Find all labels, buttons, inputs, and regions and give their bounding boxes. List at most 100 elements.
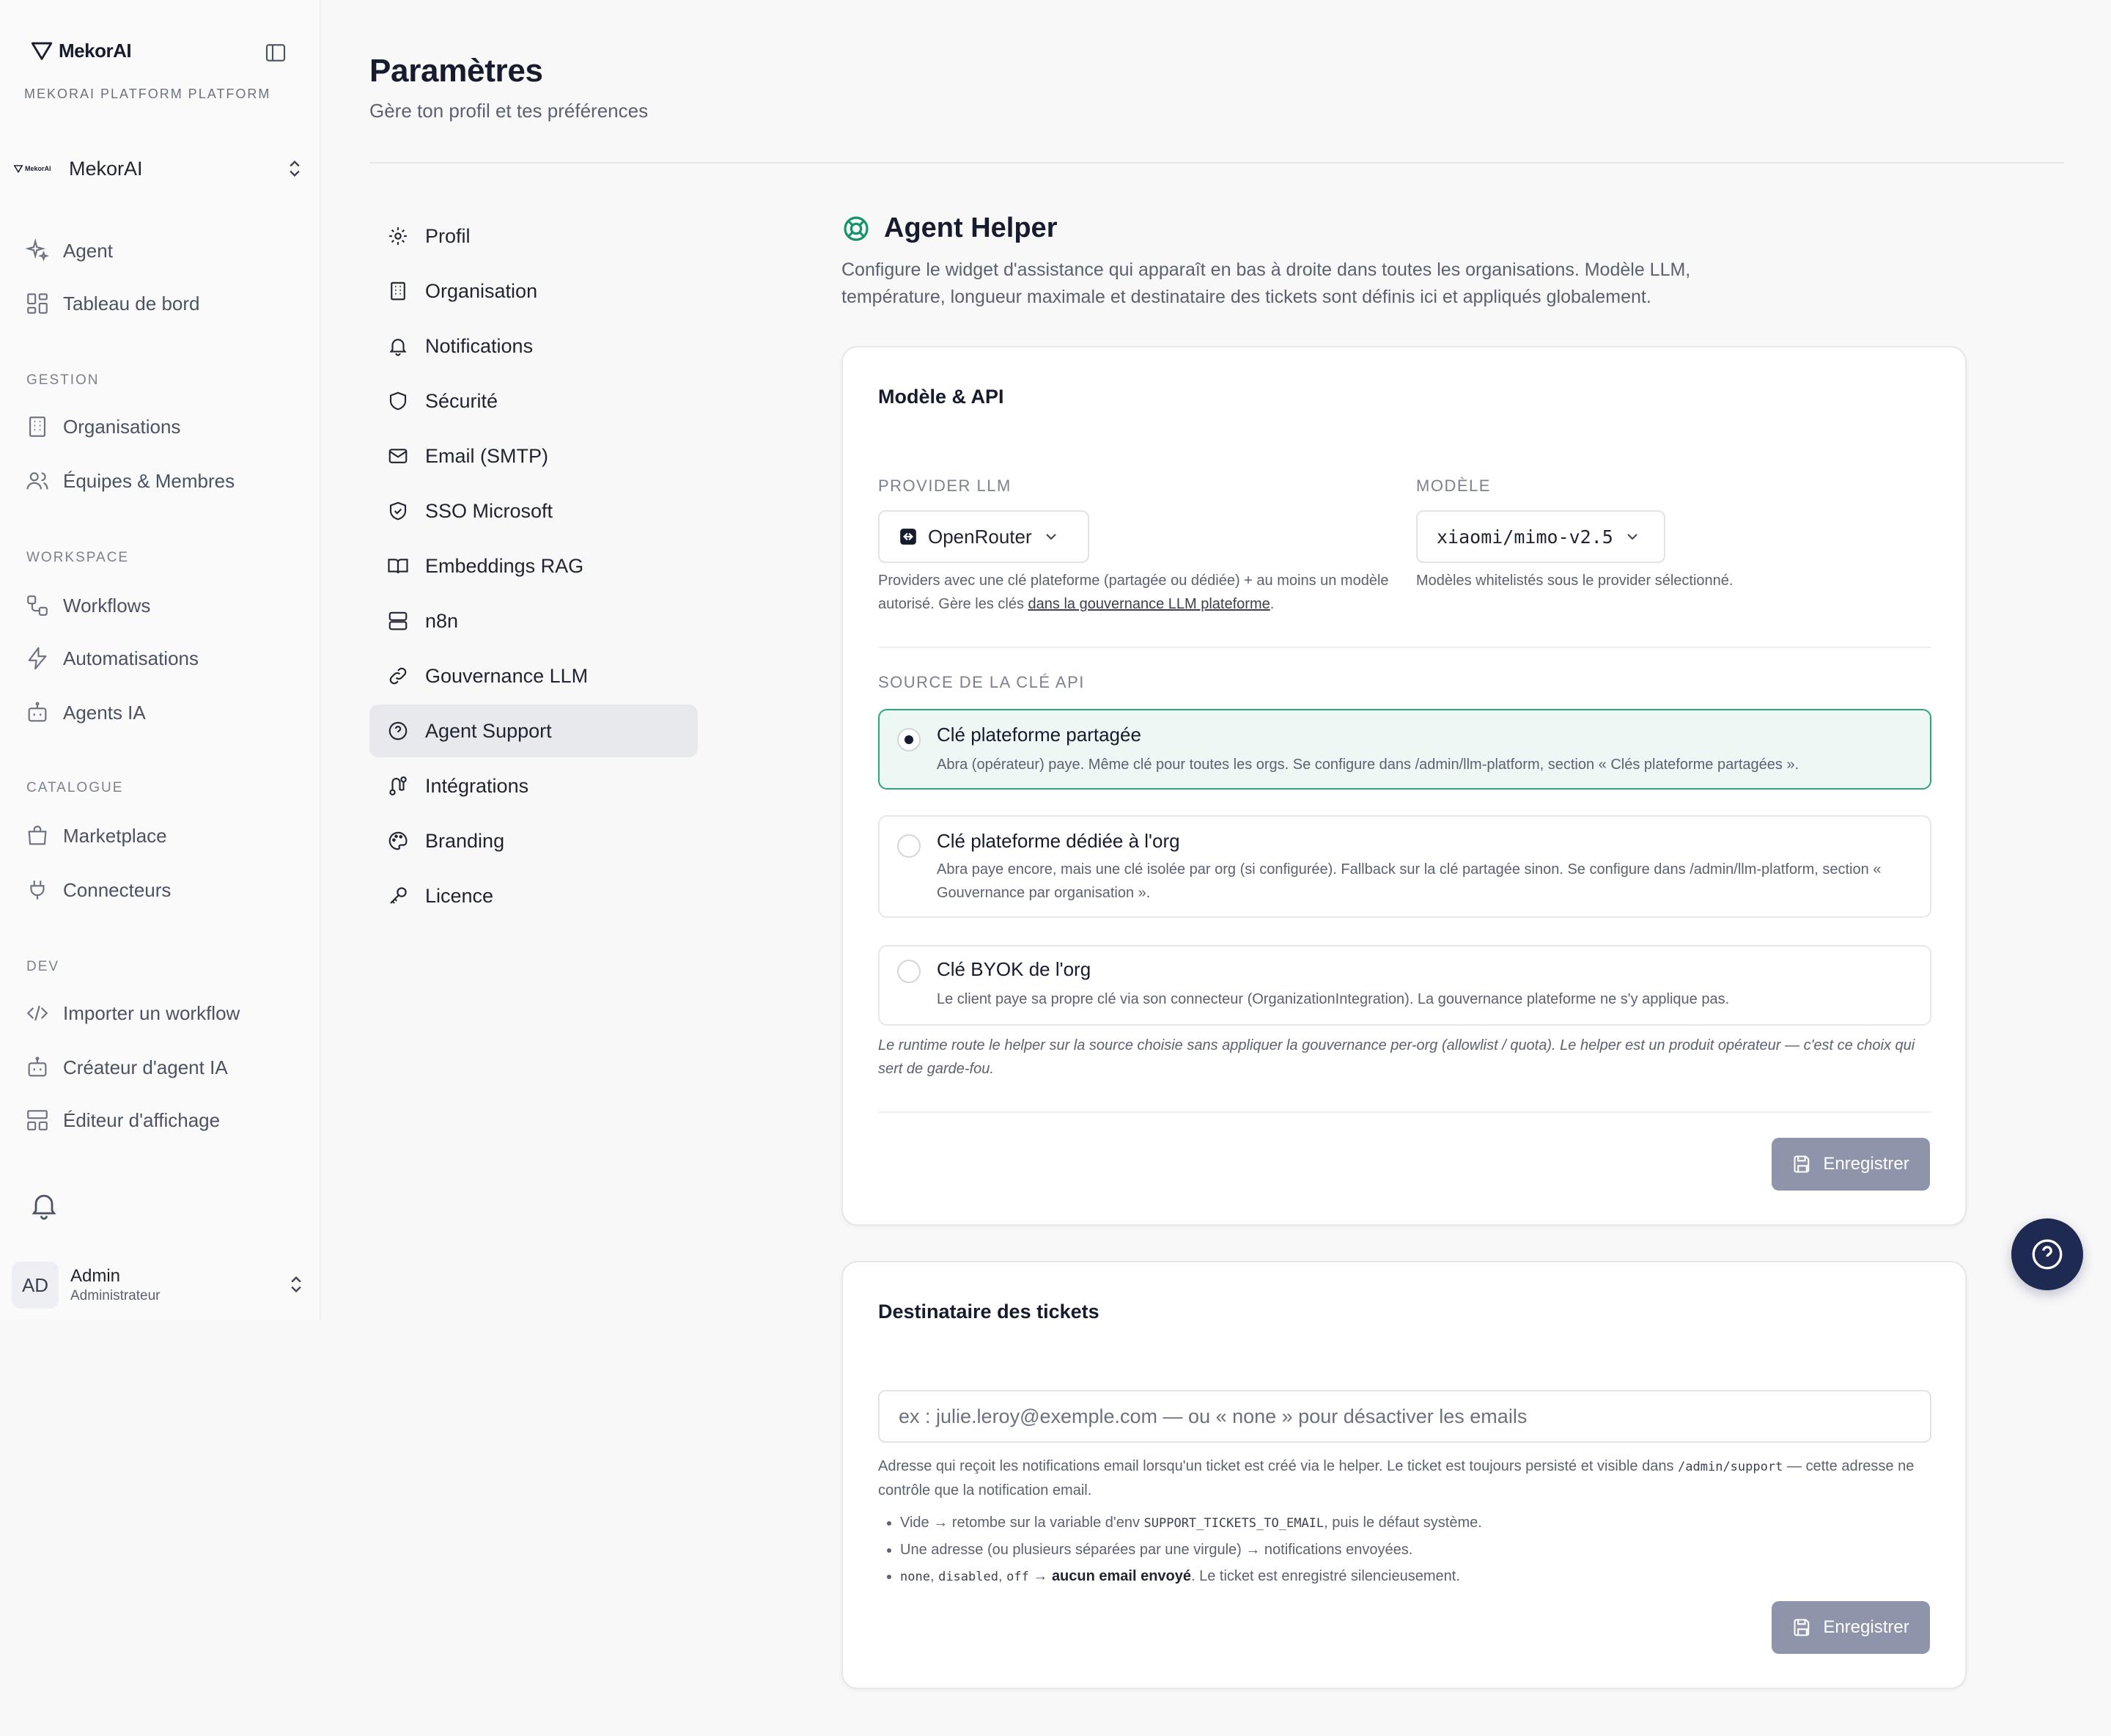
header-divider xyxy=(369,162,2064,163)
tab-integrations[interactable]: Intégrations xyxy=(369,760,698,812)
divider xyxy=(878,647,1931,648)
sidebar: MekorAI MEKORAI PLATFORM PLATFORM MekorA… xyxy=(0,0,321,1320)
sidebar-item-agents-ia[interactable]: Agents IA xyxy=(25,696,146,729)
radio-button[interactable] xyxy=(897,728,921,751)
sidebar-item-agent-creator[interactable]: Créateur d'agent IA xyxy=(25,1051,228,1084)
save-button[interactable]: Enregistrer xyxy=(1772,1138,1930,1191)
building-icon xyxy=(25,414,50,439)
mail-icon xyxy=(387,445,409,467)
chevron-down-icon xyxy=(1042,528,1060,545)
page-title: Paramètres xyxy=(369,53,543,89)
openrouter-icon xyxy=(899,527,918,546)
save-icon xyxy=(1792,1154,1813,1174)
model-select[interactable]: xiaomi/mimo-v2.5 xyxy=(1416,510,1665,563)
route-icon xyxy=(387,775,409,797)
users-icon xyxy=(25,468,50,493)
help-circle-icon xyxy=(2029,1236,2066,1273)
tab-embeddings-rag[interactable]: Embeddings RAG xyxy=(369,540,698,592)
chevrons-up-down-icon xyxy=(286,1273,306,1296)
brand-logo[interactable]: MekorAI xyxy=(29,38,132,63)
bell-icon xyxy=(387,335,409,357)
platform-label: MEKORAI PLATFORM PLATFORM xyxy=(24,87,271,101)
save-button[interactable]: Enregistrer xyxy=(1772,1601,1930,1654)
radio-description: Le client paye sa propre clé via son con… xyxy=(937,991,1730,1007)
radio-option-dedicated[interactable]: Clé plateforme dédiée à l'org Abra paye … xyxy=(878,815,1931,918)
sidebar-item-import-workflow[interactable]: Importer un workflow xyxy=(25,997,240,1029)
dashboard-icon xyxy=(25,291,50,316)
help-widget-button[interactable] xyxy=(2011,1218,2083,1290)
section-title-catalogue: CATALOGUE xyxy=(26,780,124,795)
bell-icon[interactable] xyxy=(28,1189,60,1221)
tickets-email-input[interactable] xyxy=(878,1390,1931,1443)
org-logo: MekorAI xyxy=(13,163,69,174)
gear-icon xyxy=(387,225,409,247)
user-role: Administrateur xyxy=(70,1288,161,1303)
model-help: Modèles whitelistés sous le provider sél… xyxy=(1416,573,1734,589)
tab-notifications[interactable]: Notifications xyxy=(369,320,698,372)
list-item: Une adresse (ou plusieurs séparées par u… xyxy=(900,1537,1931,1563)
chevrons-up-down-icon xyxy=(284,158,305,180)
tickets-help-text: Adresse qui reçoit les notifications ema… xyxy=(878,1458,1915,1498)
code-icon xyxy=(25,1001,50,1026)
radio-title: Clé plateforme dédiée à l'org xyxy=(937,830,1180,852)
zap-icon xyxy=(25,646,50,671)
radio-button[interactable] xyxy=(897,960,921,983)
sidebar-item-agent[interactable]: Agent xyxy=(25,235,113,267)
workflow-icon xyxy=(25,593,50,618)
link-icon xyxy=(387,665,409,687)
sidebar-item-marketplace[interactable]: Marketplace xyxy=(25,820,167,852)
sidebar-item-workflows[interactable]: Workflows xyxy=(25,589,150,622)
palette-icon xyxy=(387,830,409,852)
provider-help: Providers avec une clé plateforme (parta… xyxy=(878,573,1389,612)
org-switcher[interactable]: MekorAI MekorAI xyxy=(13,150,309,187)
org-name: MekorAI xyxy=(69,157,143,180)
sparkles-icon xyxy=(25,238,50,263)
provider-select[interactable]: OpenRouter xyxy=(878,510,1089,563)
tab-agent-support[interactable]: Agent Support xyxy=(369,705,698,757)
plug-icon xyxy=(25,878,50,902)
governance-link[interactable]: dans la gouvernance LLM plateforme xyxy=(1028,596,1270,612)
store-icon xyxy=(25,823,50,848)
model-api-card: Modèle & API PROVIDER LLM OpenRouter Pro… xyxy=(841,346,1967,1226)
radio-description: Abra (opérateur) paye. Même clé pour tou… xyxy=(937,757,1799,773)
sidebar-collapse-icon[interactable] xyxy=(264,41,287,65)
sidebar-item-teams[interactable]: Équipes & Membres xyxy=(25,465,235,497)
sidebar-item-organisations[interactable]: Organisations xyxy=(25,411,180,443)
tab-email-smtp[interactable]: Email (SMTP) xyxy=(369,430,698,482)
tab-securite[interactable]: Sécurité xyxy=(369,375,698,427)
section-title-dev: DEV xyxy=(26,959,60,974)
sidebar-item-display-editor[interactable]: Éditeur d'affichage xyxy=(25,1104,220,1136)
section-title-gestion: GESTION xyxy=(26,372,100,388)
tab-sso-microsoft[interactable]: SSO Microsoft xyxy=(369,485,698,537)
tickets-help: Adresse qui reçoit les notifications ema… xyxy=(878,1454,1931,1590)
api-source-label: SOURCE DE LA CLÉ API xyxy=(878,673,1085,691)
user-menu[interactable]: AD Admin Administrateur xyxy=(12,1259,312,1311)
tab-organisation[interactable]: Organisation xyxy=(369,265,698,317)
source-note: Le runtime route le helper sur la source… xyxy=(878,1037,1915,1077)
user-name: Admin xyxy=(70,1266,121,1286)
sidebar-item-connectors[interactable]: Connecteurs xyxy=(25,874,171,906)
tab-licence[interactable]: Licence xyxy=(369,869,698,922)
model-label: MODÈLE xyxy=(1416,477,1491,495)
divider xyxy=(878,1111,1931,1113)
save-icon xyxy=(1792,1617,1813,1638)
radio-option-shared[interactable]: Clé plateforme partagée Abra (opérateur)… xyxy=(878,709,1931,790)
section-title-workspace: WORKSPACE xyxy=(26,550,130,565)
provider-value: OpenRouter xyxy=(928,525,1032,548)
list-item: none, disabled, off → aucun email envoyé… xyxy=(900,1563,1931,1590)
radio-option-byok[interactable]: Clé BYOK de l'org Le client paye sa prop… xyxy=(878,945,1931,1026)
radio-button[interactable] xyxy=(897,834,921,858)
shield-icon xyxy=(387,390,409,412)
tab-branding[interactable]: Branding xyxy=(369,814,698,867)
sidebar-item-automations[interactable]: Automatisations xyxy=(25,642,199,674)
section-header: Agent Helper xyxy=(841,213,1057,244)
tab-gouvernance-llm[interactable]: Gouvernance LLM xyxy=(369,650,698,702)
tab-n8n[interactable]: n8n xyxy=(369,595,698,647)
chevron-down-icon xyxy=(1624,528,1641,545)
help-circle-icon xyxy=(387,720,409,742)
tab-profil[interactable]: Profil xyxy=(369,210,698,262)
card-title-model-api: Modèle & API xyxy=(878,386,1004,408)
sidebar-item-dashboard[interactable]: Tableau de bord xyxy=(25,287,199,320)
model-value: xiaomi/mimo-v2.5 xyxy=(1437,526,1613,548)
list-item: Vide → retombe sur la variable d'env SUP… xyxy=(900,1509,1931,1537)
